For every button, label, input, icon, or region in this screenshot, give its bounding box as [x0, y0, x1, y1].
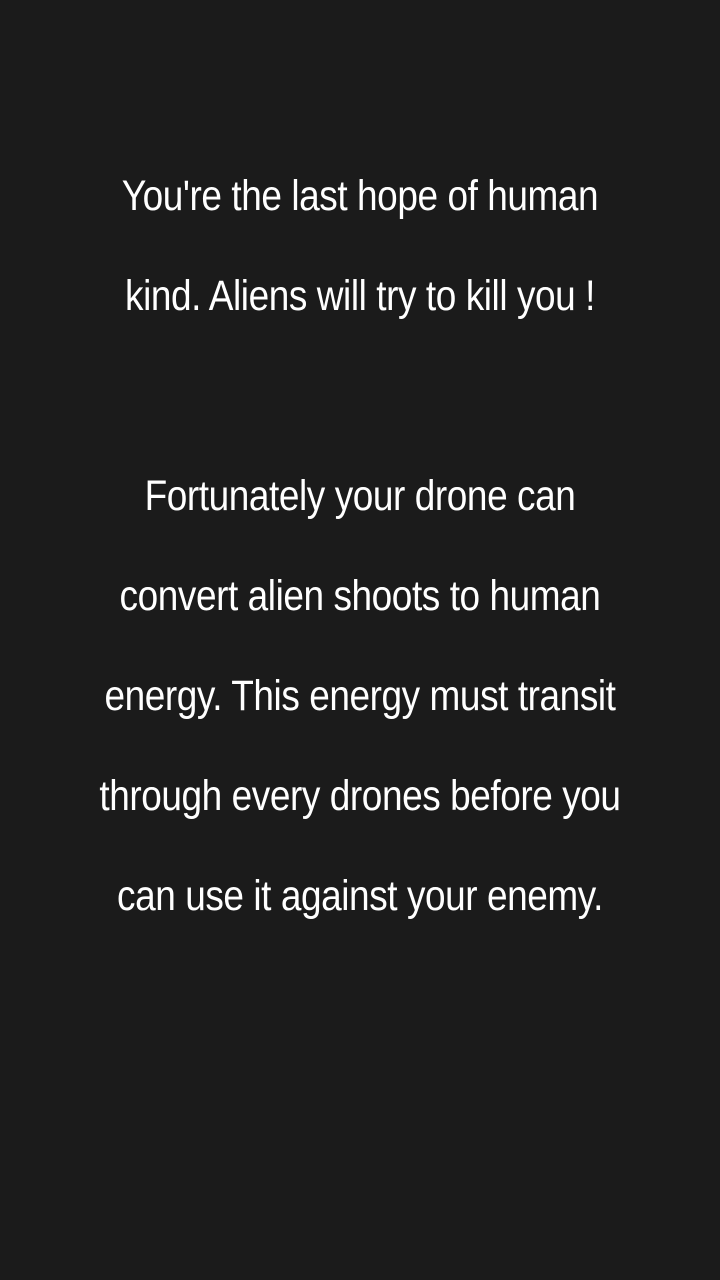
story-text-line: convert alien shoots to human — [119, 572, 601, 620]
story-text-line: energy. This energy must transit — [104, 672, 616, 720]
story-text-line: Fortunately your drone can — [144, 472, 576, 520]
story-text-line: You're the last hope of human — [121, 172, 599, 220]
story-text-line: kind. Aliens will try to kill you ! — [125, 272, 595, 320]
story-text-line: through every drones before you — [99, 772, 621, 820]
story-intro-screen[interactable]: You're the last hope of human kind. Alie… — [0, 0, 720, 1280]
story-text-line: can use it against your enemy. — [117, 872, 603, 920]
